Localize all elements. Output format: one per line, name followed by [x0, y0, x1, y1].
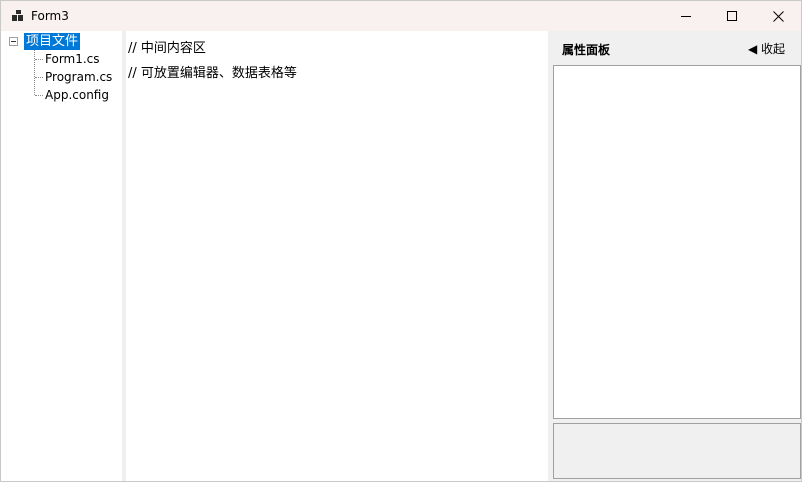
maximize-icon: [726, 10, 737, 21]
tree-connector-branch: [35, 77, 43, 78]
tree-node-form1[interactable]: Form1.cs: [45, 51, 100, 67]
tree-connector-line: [34, 50, 35, 95]
tree-node-root[interactable]: 项目文件: [24, 33, 81, 50]
form3-window: Form3 项目文件 Form1.cs Program.cs App.confi…: [0, 0, 802, 482]
minimize-button[interactable]: [663, 1, 709, 31]
property-description-area: [553, 423, 801, 479]
maximize-button[interactable]: [709, 1, 755, 31]
close-button[interactable]: [755, 1, 801, 31]
title-bar[interactable]: Form3: [1, 1, 801, 31]
content-comment-line: // 可放置编辑器、数据表格等: [128, 66, 297, 81]
tree-connector-branch: [35, 59, 43, 60]
content-area[interactable]: // 中间内容区 // 可放置编辑器、数据表格等: [126, 31, 548, 481]
property-panel: 属性面板 ◀ 收起: [552, 31, 801, 481]
property-grid[interactable]: [553, 65, 801, 419]
property-panel-title: 属性面板: [562, 43, 611, 57]
content-comment-line: // 中间内容区: [128, 41, 206, 56]
tree-connector-branch: [35, 95, 43, 96]
project-tree[interactable]: 项目文件 Form1.cs Program.cs App.config: [1, 31, 122, 481]
app-icon: [12, 10, 23, 21]
collapse-button[interactable]: ◀ 收起: [748, 40, 785, 57]
tree-node-appconfig[interactable]: App.config: [45, 87, 109, 103]
close-icon: [772, 10, 784, 22]
tree-collapse-toggle[interactable]: [9, 37, 18, 46]
tree-node-program[interactable]: Program.cs: [45, 69, 112, 85]
window-title: Form3: [31, 9, 69, 23]
minimize-icon: [680, 15, 691, 17]
